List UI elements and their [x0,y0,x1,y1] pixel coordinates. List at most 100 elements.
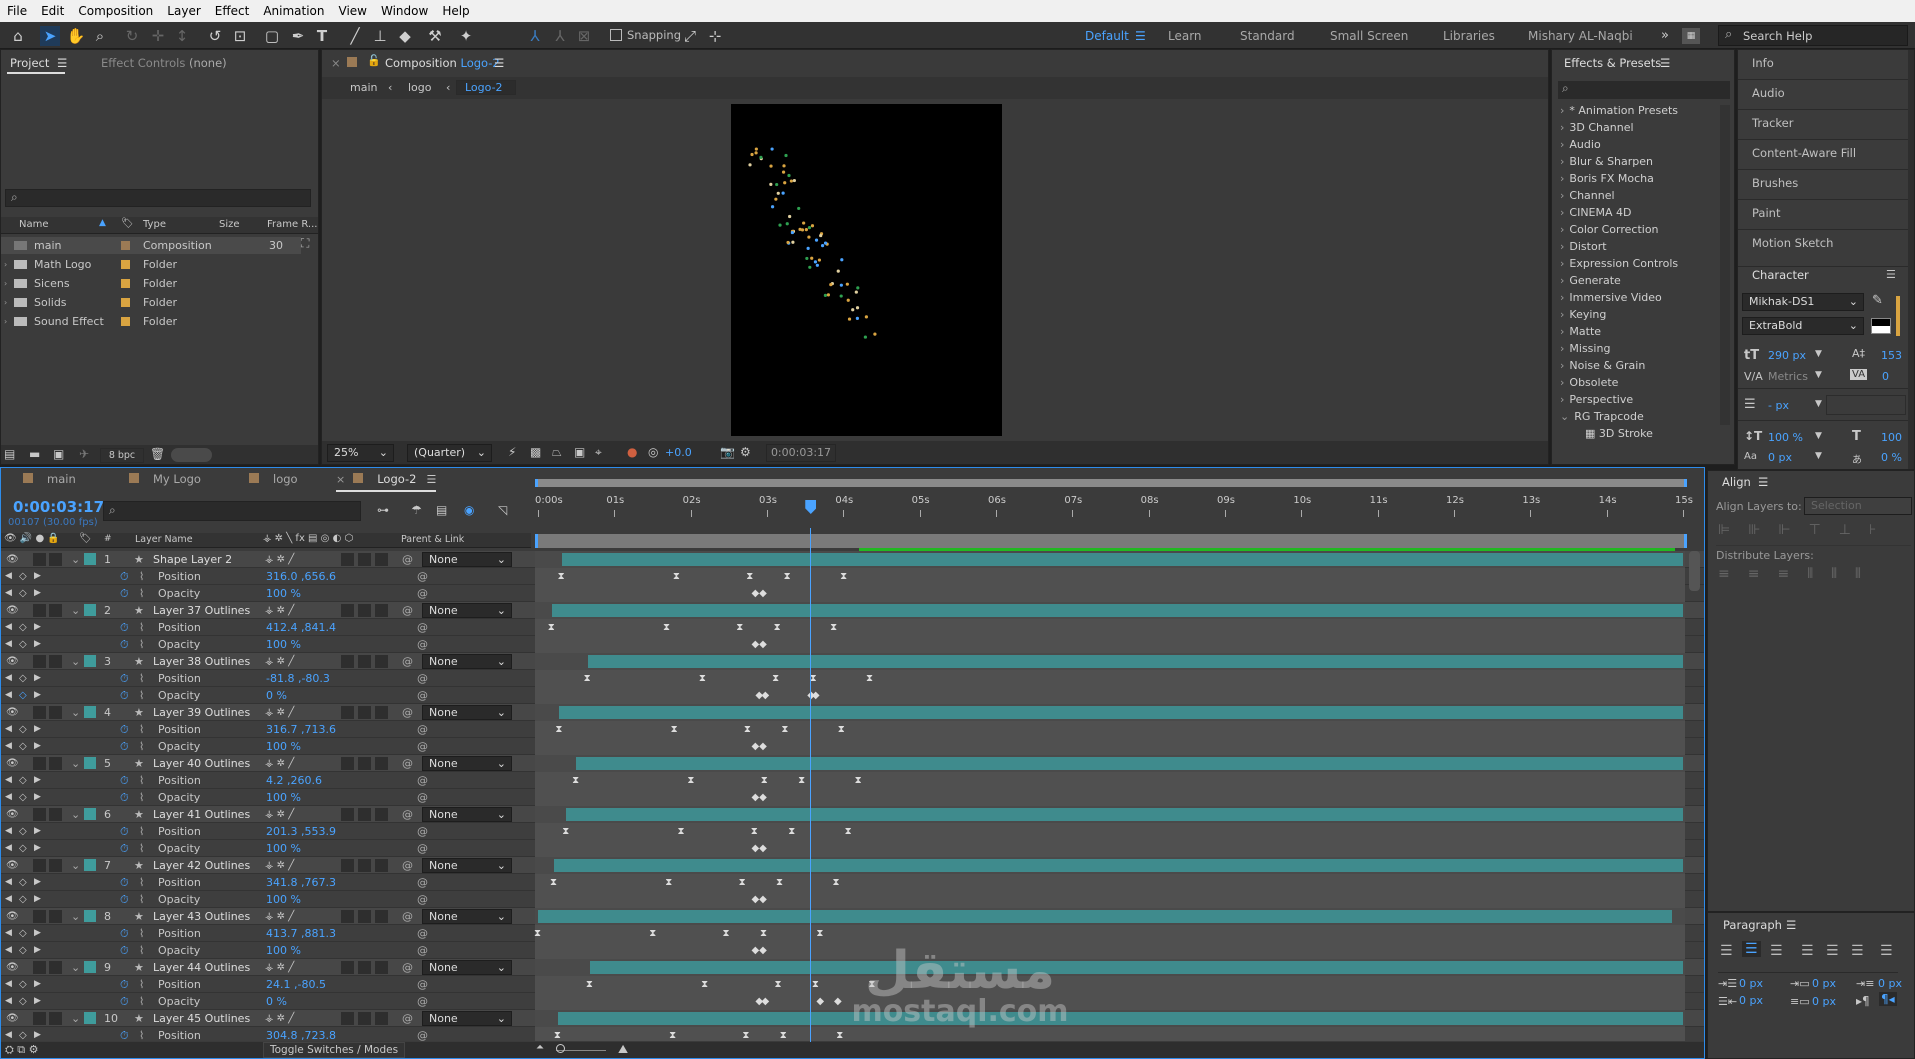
visibility-eye-icon[interactable]: 👁 [6,857,19,874]
panel-tracker[interactable]: Tracker [1752,116,1794,130]
local-axis-icon[interactable]: ⅄ [525,26,545,46]
prev-keyframe-icon[interactable]: ◀ [5,670,12,687]
keyframe[interactable]: ⧗ [736,622,743,633]
graph-icon[interactable]: ⌇ [139,636,144,653]
keyframe[interactable]: ◆ [759,741,767,752]
tab-menu-icon[interactable]: ☰ [426,473,436,486]
solo-switch[interactable] [33,655,46,668]
stopwatch-icon[interactable]: ⏱ [120,789,129,806]
horizontal-scale-value[interactable]: 100 [1881,431,1902,444]
next-keyframe-icon[interactable]: ▶ [34,942,41,959]
effect-category[interactable]: › Generate [1560,272,1621,289]
layer-duration-bar[interactable] [566,808,1683,821]
stopwatch-icon[interactable]: ⏱ [120,738,129,755]
layer-switch-box[interactable] [341,604,354,617]
effect-category[interactable]: › Obsolete [1560,374,1618,391]
layer-switches[interactable]: ⚶ ✲ ╱ [265,806,294,823]
zoom-out-icon[interactable]: ⏶ [536,1042,544,1053]
menu-view[interactable]: View [332,4,374,18]
layer-switch-box[interactable] [358,706,371,719]
stopwatch-icon[interactable]: ⏱ [120,840,129,857]
menu-help[interactable]: Help [435,4,476,18]
layer-switch-box[interactable] [341,859,354,872]
layer-switch-box[interactable] [375,604,388,617]
orbit-camera-icon[interactable]: ↻ [122,26,142,46]
next-keyframe-icon[interactable]: ▶ [34,1027,41,1041]
effect-category[interactable]: › Noise & Grain [1560,357,1645,374]
prev-keyframe-icon[interactable]: ◀ [5,772,12,789]
next-keyframe-icon[interactable]: ▶ [34,670,41,687]
character-panel-title[interactable]: Character [1752,268,1809,282]
stopwatch-icon[interactable]: ⏱ [120,670,129,687]
layer-name[interactable]: Layer 41 Outlines [153,806,250,823]
property-row-position[interactable]: ◀ ◇ ▶ ⏱ ⌇ Position -81.8 ,-80.3 @ ⧗ ⧗ ⧗ ⧗ ⧗ [1,670,1704,687]
menu-animation[interactable]: Animation [256,4,331,18]
keyframe[interactable]: ◆ [752,588,760,599]
effect-3d-stroke[interactable]: ▦ 3D Stroke [1585,425,1653,442]
solo-switch[interactable] [33,757,46,770]
selection-tool-icon[interactable]: ➤ [40,26,60,46]
right-panel-scrollbar[interactable] [1908,50,1914,469]
expand-chevron-icon[interactable]: ⌄ [71,704,80,721]
layer-switches[interactable]: ⚶ ✲ ╱ [265,755,294,772]
layer-switch-box[interactable] [358,655,371,668]
vscale-dropdown-icon[interactable]: ▼ [1815,431,1822,441]
prev-keyframe-icon[interactable]: ◀ [5,891,12,908]
menu-composition[interactable]: Composition [71,4,160,18]
exposure-reset-icon[interactable]: ◎ [648,445,658,459]
parent-pick-whip-icon[interactable]: @ [402,908,413,925]
label-color-swatch[interactable] [84,604,96,616]
property-value[interactable]: 413.7 ,881.3 [266,925,336,942]
layer-switch-box[interactable] [358,604,371,617]
visibility-eye-icon[interactable]: 👁 [6,1010,19,1027]
expression-pick-whip-icon[interactable]: @ [417,636,428,653]
layer-switch-box[interactable] [358,553,371,566]
expand-arrow-icon[interactable]: › [4,294,7,311]
add-keyframe-icon[interactable]: ◇ [19,891,27,908]
project-item[interactable]: › Sicens Folder [1,275,301,292]
layer-row[interactable]: 👁 ⌄ 2 ★ Layer 37 Outlines ⚶ ✲ ╱ @ None ⌄ [1,602,1704,619]
thumbnail-scroll[interactable] [171,448,212,462]
parent-pick-whip-icon[interactable]: @ [402,602,413,619]
snapping-checkbox[interactable] [610,29,622,41]
align-menu-icon[interactable]: ☰ [1758,475,1768,489]
layer-switch-box[interactable] [341,553,354,566]
property-value[interactable]: 100 % [266,789,301,806]
font-style-dropdown[interactable]: ExtraBold ⌄ [1742,317,1864,335]
layer-row[interactable]: 👁 ⌄ 1 ★ Shape Layer 2 ⚶ ✲ ╱ @ None ⌄ [1,551,1704,568]
prev-keyframe-icon[interactable]: ◀ [5,942,12,959]
expression-pick-whip-icon[interactable]: @ [417,874,428,891]
graph-icon[interactable]: ⌇ [139,568,144,585]
keyframe[interactable]: ⧗ [798,775,805,786]
stopwatch-icon[interactable]: ⏱ [120,925,129,942]
effect-category[interactable]: › Distort [1560,238,1607,255]
tab-composition[interactable]: Composition Logo-2 [385,56,500,70]
next-keyframe-icon[interactable]: ▶ [34,925,41,942]
layer-duration-bar[interactable] [587,655,1683,668]
parent-pick-whip-icon[interactable]: @ [402,704,413,721]
keyframe[interactable]: ⧗ [836,1030,843,1041]
panel-info[interactable]: Info [1752,56,1774,70]
keyframe[interactable]: ⧗ [776,877,783,888]
guides-grid-icon[interactable]: ⌖ [595,445,602,460]
property-row-opacity[interactable]: ◀ ◇ ▶ ⏱ ⌇ Opacity 100 % @ ◆ ◆ [1,840,1704,857]
prev-keyframe-icon[interactable]: ◀ [5,738,12,755]
expression-pick-whip-icon[interactable]: @ [417,687,428,704]
graph-icon[interactable]: ⌇ [139,789,144,806]
graph-icon[interactable]: ⌇ [139,772,144,789]
project-item[interactable]: › Math Logo Folder [1,256,301,273]
layer-row[interactable]: 👁 ⌄ 3 ★ Layer 38 Outlines ⚶ ✲ ╱ @ None ⌄ [1,653,1704,670]
property-row-opacity[interactable]: ◀◇▶⏱⌇Opacity0 %@◆◆◆◆ [1,993,1704,1010]
graph-icon[interactable]: ⌇ [139,585,144,602]
column-parent-link[interactable]: Parent & Link [401,534,464,545]
add-keyframe-icon[interactable]: ◇ [19,840,27,857]
add-keyframe-icon[interactable]: ◇ [19,636,27,653]
panel-audio[interactable]: Audio [1752,86,1785,100]
layer-row[interactable]: 👁 ⌄ 4 ★ Layer 39 Outlines ⚶ ✲ ╱ @ None ⌄ [1,704,1704,721]
resolution-dropdown[interactable]: (Quarter) ⌄ [407,444,492,462]
property-row-position[interactable]: ◀ ◇ ▶ ⏱ ⌇ Position 304.8 ,723.8 @ ⧗ ⧗ ⧗ ⧗ ⧗ [1,1027,1704,1041]
property-row-position[interactable]: ◀ ◇ ▶ ⏱ ⌇ Position 341.8 ,767.3 @ ⧗ ⧗ ⧗ ⧗ ⧗ [1,874,1704,891]
keyframe[interactable]: ◆ [761,690,769,701]
justify-last-right-icon[interactable]: ☰ [1851,943,1864,959]
layer-name[interactable]: Layer 38 Outlines [153,653,250,670]
